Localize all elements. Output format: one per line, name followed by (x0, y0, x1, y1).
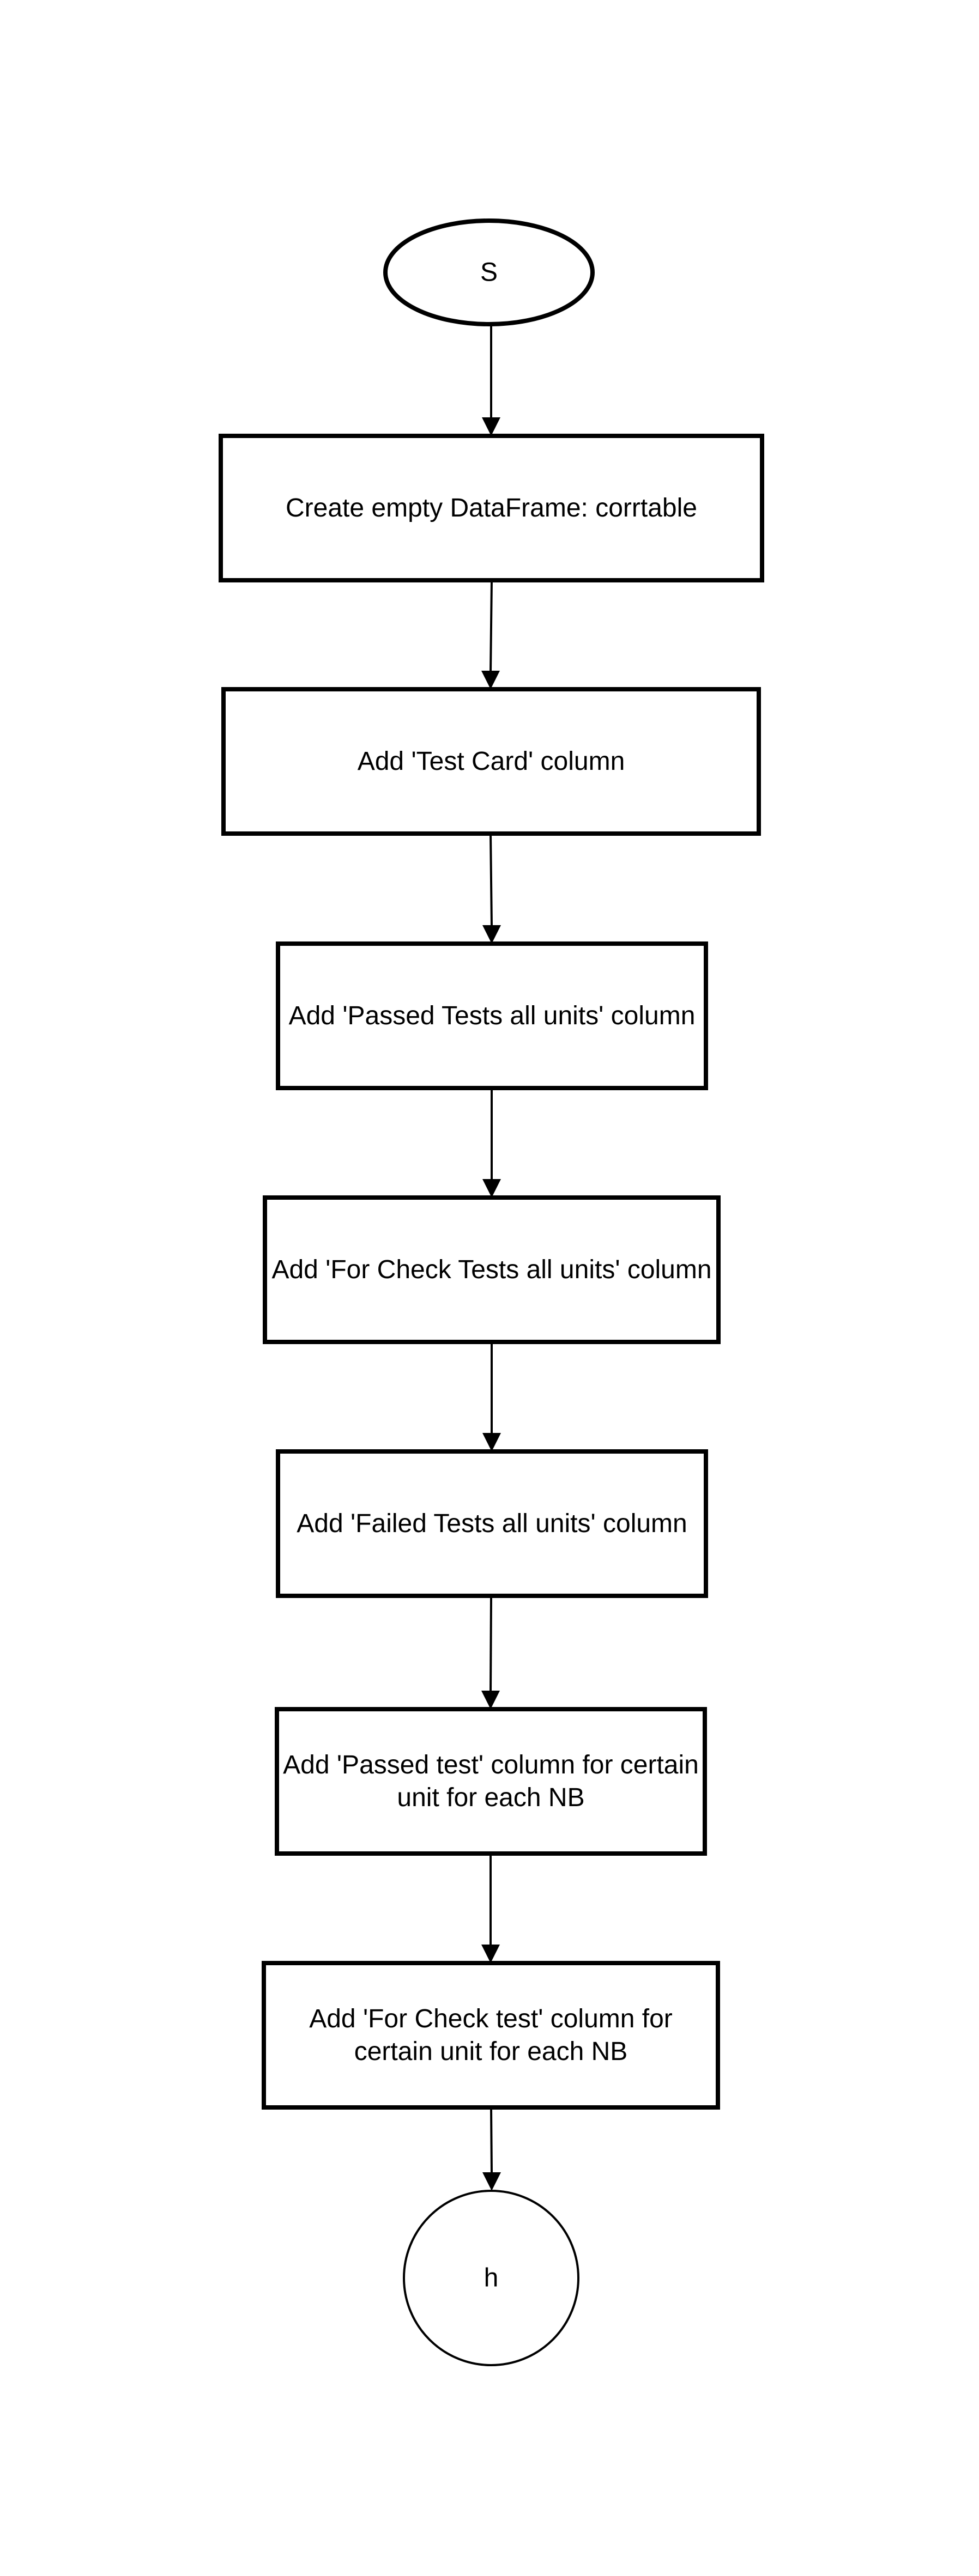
node-passed-all: Add 'Passed Tests all units' column (276, 941, 708, 1090)
arrowhead (481, 1691, 500, 1709)
node-label: Add 'For Check test' column for (309, 2004, 673, 2033)
edge-line (490, 834, 493, 927)
edge-start-to-create-df (482, 325, 500, 436)
edge-failed-all-to-passed-unit (481, 1596, 500, 1709)
arrowhead (482, 2172, 501, 2191)
node-passed-unit: Add 'Passed test' column for certain unit… (275, 1707, 707, 1856)
process-box (262, 1961, 720, 2110)
edge-check-all-to-failed-all (482, 1342, 501, 1451)
node-label: Add 'Passed Tests all units' column (289, 1001, 696, 1030)
node-check-unit: Add 'For Check test' column for certain u… (262, 1961, 720, 2110)
node-label: Add 'Passed test' column for certain (283, 1751, 699, 1779)
arrowhead (481, 1945, 500, 1963)
node-create-df: Create empty DataFrame: corrtable (219, 434, 764, 582)
node-label: S (480, 258, 498, 287)
node-check-all: Add 'For Check Tests all units' column (263, 1195, 721, 1344)
node-label: Add 'Failed Tests all units' column (297, 1509, 687, 1538)
arrowhead (481, 671, 500, 689)
arrowhead (482, 1433, 501, 1451)
node-end: h (403, 2190, 579, 2366)
edge-create-df-to-test-card (481, 580, 500, 689)
edge-passed-all-to-check-all (482, 1089, 501, 1198)
node-label: h (484, 2264, 499, 2293)
edge-passed-unit-to-check-unit (481, 1854, 500, 1963)
node-failed-all: Add 'Failed Tests all units' column (276, 1449, 708, 1598)
node-label: Create empty DataFrame: corrtable (286, 494, 697, 523)
edge-test-card-to-passed-all (482, 834, 501, 944)
node-label: certain unit for each NB (354, 2037, 628, 2066)
node-test-card: Add 'Test Card' column (221, 687, 761, 836)
process-box (275, 1707, 707, 1856)
node-label: Add 'For Check Tests all units' column (271, 1255, 711, 1284)
nodes-layer: S Create empty DataFrame: corrtable Add 'T… (219, 218, 764, 2366)
arrowhead (482, 925, 501, 944)
node-start: S (383, 218, 595, 326)
node-label: unit for each NB (397, 1783, 584, 1812)
edge-check-unit-to-end (482, 2107, 501, 2191)
arrowhead (482, 1179, 501, 1198)
edge-line (490, 580, 493, 672)
arrowhead (482, 417, 500, 436)
edge-line (490, 2107, 493, 2174)
node-label: Add 'Test Card' column (358, 747, 625, 776)
flowchart-diagram: S Create empty DataFrame: corrtable Add 'T… (219, 218, 764, 2366)
